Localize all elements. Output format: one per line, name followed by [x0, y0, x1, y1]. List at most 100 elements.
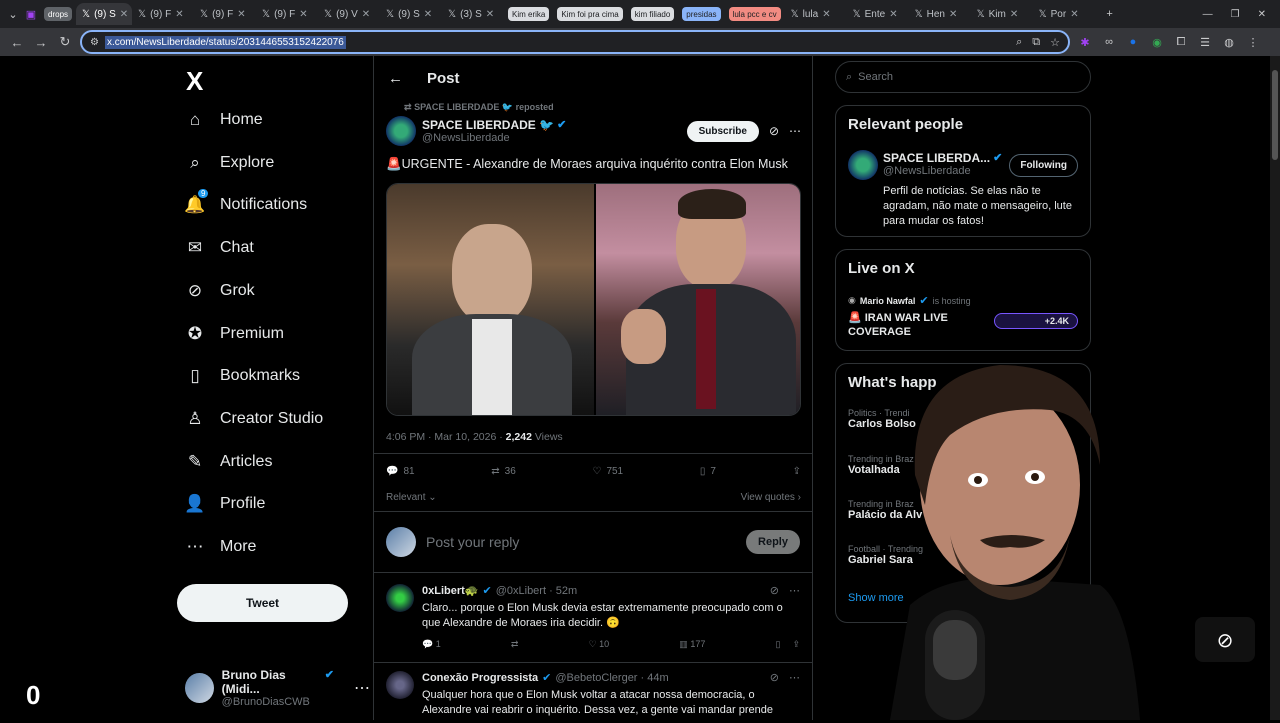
more-options-icon[interactable]: ⋯ [789, 671, 800, 684]
comment-author-name[interactable]: 0xLibert🐢 [422, 584, 479, 597]
live-listeners-pill[interactable]: +2.4K [993, 313, 1078, 329]
live-host-name[interactable]: Mario Nawfal [860, 296, 916, 306]
author-handle[interactable]: @NewsLiberdade [422, 132, 566, 144]
browser-tab[interactable]: 𝕏 (9) F ✕ [194, 3, 256, 25]
share-icon[interactable]: ⇪ [792, 639, 800, 650]
tab-close-icon[interactable]: ✕ [1070, 9, 1078, 20]
tab-group-label[interactable]: presidas [682, 7, 721, 21]
more-options-icon[interactable]: ⋯ [789, 584, 800, 597]
tab-group-label[interactable]: Kim erika [508, 7, 550, 21]
tab-close-icon[interactable]: ✕ [299, 9, 307, 20]
grok-icon[interactable]: ⊘ [770, 584, 779, 597]
sidebar-item-articles[interactable]: ✎ Articles [184, 452, 273, 472]
views-action[interactable]: ▥ 177 [679, 639, 705, 650]
comment-item[interactable]: Conexão Progressista ✔ @BebetoClerger · … [374, 663, 812, 723]
reply-action[interactable]: 💬 1 [422, 639, 441, 650]
tab-search-icon[interactable]: ⌄ [4, 8, 22, 21]
sidebar-item-more[interactable]: ⋯ More [184, 537, 257, 557]
comment-author-name[interactable]: Conexão Progressista [422, 672, 538, 684]
tab-close-icon[interactable]: ✕ [949, 9, 957, 20]
repost-action[interactable]: ⇄ 36 [491, 466, 516, 477]
reload-icon[interactable]: ↻ [56, 34, 74, 50]
browser-tab[interactable]: 𝕏 Por ✕ [1033, 3, 1095, 25]
new-tab-icon[interactable]: + [1101, 8, 1119, 20]
grok-icon[interactable]: ⊘ [770, 671, 779, 684]
install-icon[interactable]: ⧉ [1032, 36, 1040, 49]
tab-close-icon[interactable]: ✕ [822, 9, 830, 20]
browser-tab[interactable]: 𝕏 Hen ✕ [909, 3, 971, 25]
browser-tab[interactable]: 𝕏 (9) F ✕ [132, 3, 194, 25]
comment-avatar[interactable] [386, 584, 414, 612]
tab-group-label[interactable]: Kim foi pra cima [557, 7, 623, 21]
repost-icon[interactable]: ⇄ [511, 639, 519, 650]
following-button[interactable]: Following [1009, 154, 1078, 177]
tab-close-icon[interactable]: ✕ [424, 9, 432, 20]
tab-close-icon[interactable]: ✕ [175, 9, 183, 20]
sidebar-item-bookmarks[interactable]: ▯ Bookmarks [184, 366, 300, 386]
person-name[interactable]: SPACE LIBERDA... [883, 151, 990, 165]
like-action[interactable]: ♡ 751 [592, 466, 623, 477]
minimize-icon[interactable]: — [1203, 9, 1213, 20]
profile-icon[interactable]: ◍ [1220, 36, 1238, 49]
tab-close-icon[interactable]: ✕ [362, 9, 370, 20]
live-space-title[interactable]: 🚨 IRAN WAR LIVE COVERAGE [848, 312, 978, 340]
browser-tab[interactable]: 𝕏 Ente ✕ [847, 3, 909, 25]
tab-group-label[interactable]: kim filiado [630, 7, 675, 21]
restore-icon[interactable]: ❐ [1231, 9, 1240, 20]
tab-group-label[interactable]: lula pcc e cv [728, 7, 781, 21]
x-logo[interactable]: X [186, 66, 203, 97]
search-box[interactable]: ⌕ Search [835, 61, 1091, 93]
omnibox[interactable]: ⚙ x.com/NewsLiberdade/status/20314465531… [80, 30, 1070, 54]
browser-tab[interactable]: 𝕏lula ✕ [785, 3, 847, 25]
sidebar-item-premium[interactable]: ✪ Premium [184, 324, 284, 344]
browser-tab-active[interactable]: 𝕏 (9) S ✕ [76, 3, 133, 25]
like-action[interactable]: ♡ 10 [589, 639, 610, 650]
back-arrow-icon[interactable]: ← [388, 70, 403, 87]
browser-tab[interactable]: 𝕏 (3) S ✕ [442, 3, 504, 25]
forward-icon[interactable]: → [32, 35, 50, 50]
reply-input[interactable]: Post your reply [426, 534, 519, 550]
url-text[interactable]: x.com/NewsLiberdade/status/2031446553152… [104, 35, 346, 49]
sort-relevant-dropdown[interactable]: Relevant ⌄ [386, 492, 437, 503]
reading-list-icon[interactable]: ☰ [1196, 36, 1214, 49]
extensions-puzzle-icon[interactable]: ⧠ [1172, 36, 1190, 49]
extension-icon-1[interactable]: ✱ [1076, 36, 1094, 49]
sidebar-item-explore[interactable]: ⌕ Explore [184, 153, 274, 173]
extension-icon-3[interactable]: ● [1124, 36, 1142, 48]
more-icon[interactable]: ⋯ [354, 678, 370, 698]
tab-group-label[interactable]: drops [44, 7, 73, 21]
grok-icon[interactable]: ⊘ [769, 124, 779, 138]
tweet-button[interactable]: Tweet [177, 584, 348, 622]
person-handle[interactable]: @NewsLiberdade [883, 165, 1002, 177]
star-icon[interactable]: ☆ [1050, 36, 1060, 49]
post-image[interactable] [386, 183, 801, 416]
comment-avatar[interactable] [386, 671, 414, 699]
sidebar-item-grok[interactable]: ⊘ Grok [184, 281, 255, 301]
browser-tab[interactable]: 𝕏 Kim ✕ [971, 3, 1033, 25]
account-switcher[interactable]: Bruno Dias (Midi... ✔ @BrunoDiasCWB ⋯ [185, 668, 370, 708]
view-quotes-link[interactable]: View quotes › [741, 492, 801, 503]
author-avatar[interactable] [386, 116, 416, 146]
extension-icon-2[interactable]: ∞ [1100, 36, 1118, 48]
tab-close-icon[interactable]: ✕ [486, 9, 494, 20]
search-input[interactable]: Search [858, 71, 893, 83]
person-avatar[interactable] [848, 150, 878, 180]
sidebar-item-home[interactable]: ⌂ Home [184, 110, 263, 130]
tab-close-icon[interactable]: ✕ [120, 9, 128, 20]
scrollbar-thumb[interactable] [1272, 70, 1278, 160]
browser-tab[interactable]: 𝕏 (9) S ✕ [380, 3, 442, 25]
menu-icon[interactable]: ⋮ [1244, 36, 1262, 49]
tab-close-icon[interactable]: ✕ [1010, 9, 1018, 20]
sidebar-item-creator-studio[interactable]: ♙ Creator Studio [184, 409, 323, 429]
reply-action[interactable]: 💬 81 [386, 466, 415, 477]
sidebar-item-profile[interactable]: 👤 Profile [184, 494, 265, 514]
extension-icon-4[interactable]: ◉ [1148, 36, 1166, 49]
extension-icon[interactable]: ▣ [22, 8, 40, 21]
bookmark-action[interactable]: ▯ 7 [700, 466, 716, 477]
tab-close-icon[interactable]: ✕ [889, 9, 897, 20]
browser-tab[interactable]: 𝕏 (9) F ✕ [256, 3, 318, 25]
browser-tab[interactable]: 𝕏 (9) V ✕ [318, 3, 380, 25]
author-name[interactable]: SPACE LIBERDADE 🐦 [422, 118, 554, 132]
more-options-icon[interactable]: ⋯ [789, 124, 801, 138]
comment-item[interactable]: 0xLibert🐢 ✔ @0xLibert · 52m ⊘ ⋯ Claro... … [374, 576, 812, 663]
